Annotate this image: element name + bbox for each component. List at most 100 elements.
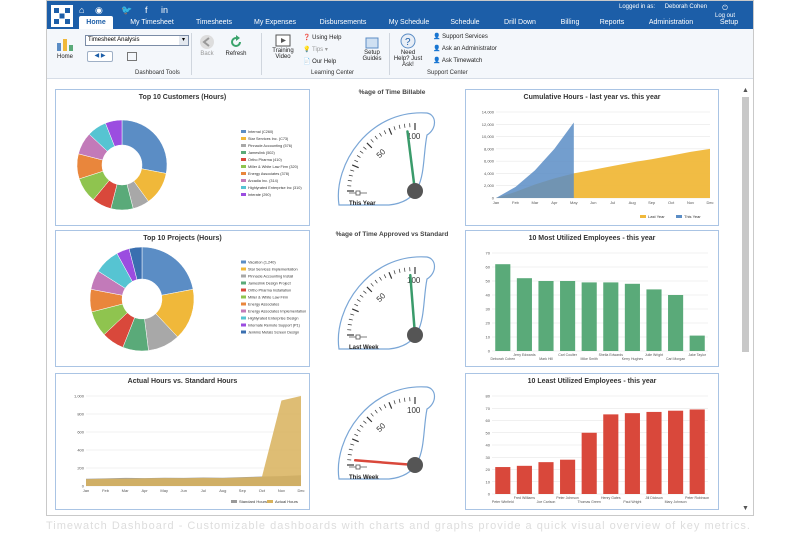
setup-guides-button[interactable]: Setup Guides	[359, 37, 385, 62]
legend-label: Energy Associates Implementation	[248, 310, 306, 314]
category-label: Henry Gates	[601, 496, 621, 500]
tick-label: May	[160, 488, 168, 493]
back-button[interactable]: Back	[197, 34, 217, 57]
linkedin-icon[interactable]: in	[161, 5, 168, 15]
billable-gauge: 50100This Year	[337, 112, 436, 207]
legend-label: Ortho Pharma (410)	[248, 158, 282, 162]
legend-label: Vacation (1,240)	[248, 261, 276, 265]
our-help-link[interactable]: 📄 Our Help	[303, 58, 336, 65]
panel-most-utilized: 10 Most Utilized Employees - this year 0…	[465, 230, 719, 367]
legend-label: Star Services Inc. (C73)	[248, 137, 289, 141]
vertical-scrollbar[interactable]: ▲ ▼	[741, 87, 750, 515]
tick-label: 20	[486, 467, 491, 472]
dashboard-select[interactable]: Timesheet Analysis ▾	[85, 35, 189, 46]
home-button[interactable]: Home	[53, 35, 77, 60]
person-icon: 👤	[433, 46, 441, 52]
document-icon: 📄	[303, 59, 311, 65]
tab-disbursements[interactable]: Disbursements	[311, 16, 375, 29]
gauge-label-100: 100	[407, 406, 421, 415]
refresh-icon	[231, 35, 241, 47]
legend-label: Internate Remote Support (P1)	[248, 324, 301, 328]
tab-setup[interactable]: Setup	[713, 16, 745, 29]
back-label: Back	[200, 51, 214, 57]
tips-dropdown[interactable]: 💡 Tips ▾	[303, 46, 328, 53]
setup-guides-label: Setup Guides	[362, 50, 382, 62]
legend-swatch	[241, 302, 246, 306]
legend-swatch	[241, 137, 246, 140]
tab-home[interactable]: Home	[79, 16, 113, 29]
this-week-gauge: 50100This Week	[337, 386, 436, 481]
tab-my-timesheet[interactable]: My Timesheet	[121, 16, 183, 29]
learning-center-group-label: Learning Center	[311, 70, 355, 76]
svg-text:?: ?	[405, 37, 411, 48]
legend-swatch	[241, 281, 246, 285]
arrow-left-icon[interactable]: ◀	[95, 53, 100, 59]
tick-label: Apr	[142, 488, 149, 493]
dashboard-settings-icon[interactable]	[127, 52, 137, 61]
legend-label: Energy Associates (378)	[248, 172, 290, 176]
tick-label: Jul	[201, 488, 206, 493]
category-label: Peter Johnson	[556, 496, 579, 500]
bar	[516, 278, 532, 351]
gauge-title-billable: %age of Time Billable	[358, 89, 426, 96]
scrollbar-thumb[interactable]	[742, 97, 749, 352]
category-label: Jake Taylor	[688, 353, 706, 357]
legend-swatch	[241, 158, 246, 161]
tick-label: 10,000	[482, 134, 495, 139]
home-icon[interactable]: ⌂	[79, 5, 84, 15]
bar	[689, 409, 705, 494]
user-label: Logged in as:	[619, 4, 656, 10]
tick-label: Sep	[648, 200, 656, 205]
gauge-hub	[407, 457, 423, 473]
category-label: Julie Wright	[645, 353, 663, 357]
tab-my-schedule[interactable]: My Schedule	[381, 16, 437, 29]
tick-label: 12,000	[482, 122, 495, 127]
app-logo-icon[interactable]	[51, 5, 73, 27]
using-help-link[interactable]: ❓ Using Help	[303, 34, 342, 41]
tab-my-expenses[interactable]: My Expenses	[247, 16, 303, 29]
home-dashboard-icon	[57, 39, 73, 51]
category-label: Carl Morgan	[666, 357, 685, 361]
bar	[624, 413, 640, 494]
tick-label: 2,000	[484, 183, 495, 188]
support-services-link[interactable]: 👤 Support Services	[433, 33, 488, 40]
legend-swatch	[231, 500, 237, 503]
ask-timewatch-link[interactable]: 👤 Ask Timewatch	[433, 57, 482, 64]
tab-drill-down[interactable]: Drill Down	[495, 16, 545, 29]
legend-swatch	[241, 316, 246, 320]
tick-label: Jan	[493, 200, 499, 205]
legend-swatch	[241, 144, 246, 147]
facebook-icon[interactable]: f	[145, 5, 148, 15]
chevron-down-icon[interactable]: ▼	[741, 505, 750, 512]
bar	[646, 411, 662, 494]
legend-swatch	[241, 186, 246, 189]
tick-label: 14,000	[482, 110, 495, 115]
user-name: Deborah Cohen	[664, 4, 708, 10]
legend-label: Interate (290)	[248, 193, 272, 197]
ask-admin-link[interactable]: 👤 Ask an Administrator	[433, 45, 497, 52]
bar	[538, 281, 554, 351]
bar	[603, 282, 619, 351]
legend-swatch	[241, 288, 246, 292]
tab-reports[interactable]: Reports	[595, 16, 629, 29]
training-video-button[interactable]: Training Video	[269, 34, 297, 60]
tab-administration[interactable]: Administration	[639, 16, 703, 29]
chevron-up-icon[interactable]: ▲	[741, 87, 750, 94]
prev-next-buttons[interactable]: ◀ ▶	[87, 51, 113, 62]
tick-label: Jan	[83, 488, 89, 493]
tab-schedule[interactable]: Schedule	[445, 16, 485, 29]
legend-swatch	[241, 151, 246, 154]
category-label: Paul Wright	[623, 500, 641, 504]
globe-icon[interactable]: ◉	[95, 5, 103, 16]
need-help-button[interactable]: ? Need Help? Just Ask!	[393, 33, 423, 68]
tab-billing[interactable]: Billing	[553, 16, 587, 29]
arrow-right-icon[interactable]: ▶	[101, 53, 106, 59]
bar	[581, 282, 597, 351]
tips-label: Tips	[312, 47, 324, 53]
tab-timesheets[interactable]: Timesheets	[189, 16, 239, 29]
tick-label: Aug	[219, 488, 226, 493]
tick-label: 40	[486, 293, 491, 298]
legend-swatch	[676, 215, 682, 218]
twitter-icon[interactable]: 🐦	[121, 5, 132, 16]
refresh-button[interactable]: Refresh	[223, 34, 249, 57]
